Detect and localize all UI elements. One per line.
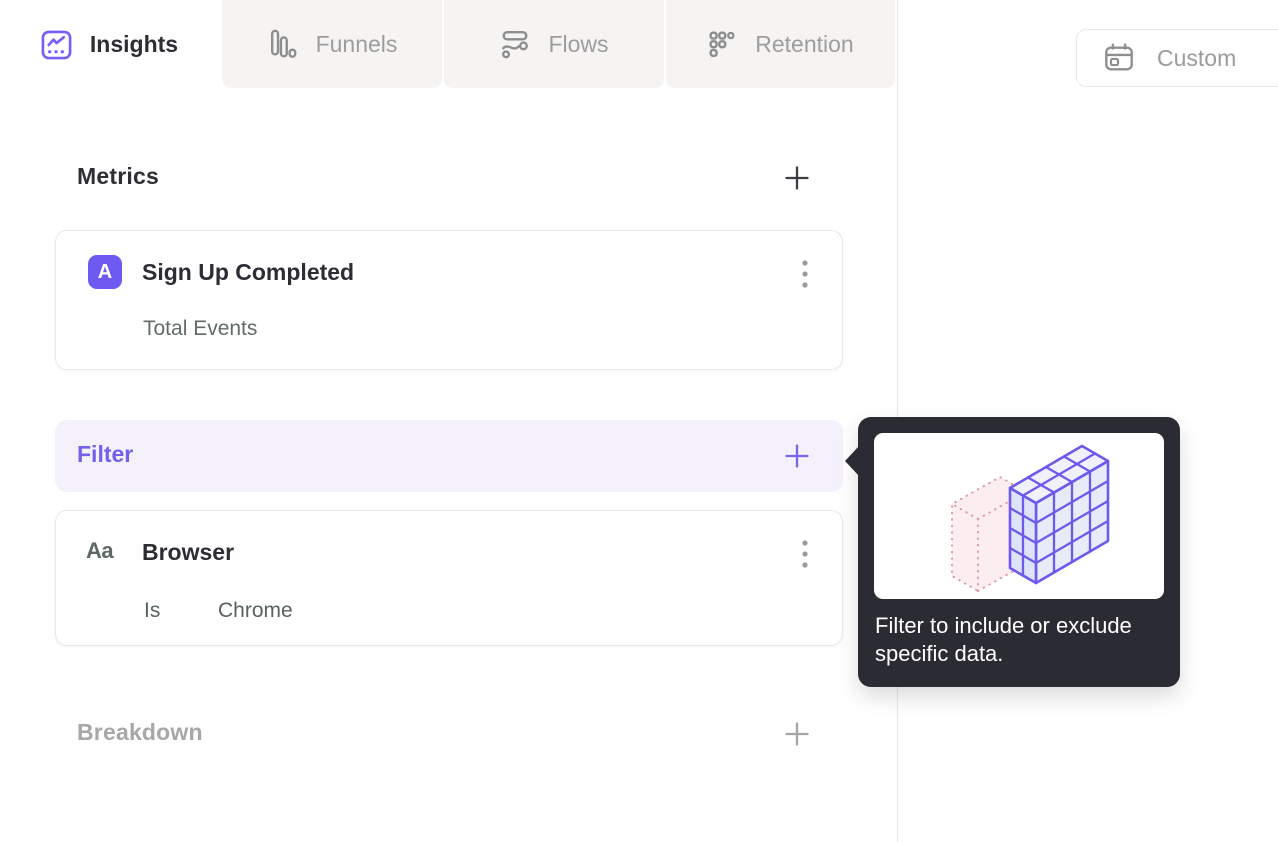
tooltip-arrow — [845, 446, 859, 476]
add-filter-button[interactable] — [783, 442, 811, 470]
cube-grid-icon — [951, 444, 1110, 592]
filter-menu-button[interactable] — [800, 537, 810, 573]
plus-icon — [785, 166, 809, 190]
tab-funnels-label: Funnels — [315, 30, 398, 57]
metric-measurement[interactable]: Total Events — [143, 317, 257, 341]
filter-section-row[interactable]: Filter — [55, 420, 843, 492]
filter-value[interactable]: Chrome — [218, 599, 293, 623]
tab-flows-label: Flows — [548, 30, 609, 57]
flows-icon — [502, 31, 529, 59]
calendar-icon — [1105, 43, 1133, 71]
metric-event-name[interactable]: Sign Up Completed — [142, 259, 354, 286]
series-badge: A — [88, 255, 122, 289]
tab-flows[interactable]: Flows — [444, 0, 664, 88]
filter-card[interactable]: Aa Browser Is Chrome — [55, 510, 843, 646]
date-range-label: Custom — [1157, 44, 1237, 71]
filter-property-name[interactable]: Browser — [142, 539, 234, 566]
filter-operator[interactable]: Is — [144, 599, 160, 623]
plus-icon — [785, 722, 809, 746]
metric-card[interactable]: A Sign Up Completed Total Events — [55, 230, 843, 370]
string-property-icon: Aa — [86, 538, 114, 563]
filter-cube-illustration — [874, 433, 1164, 599]
insights-query-builder: Insights Funnels Flows Retention Custom … — [0, 0, 1278, 842]
tab-retention[interactable]: Retention — [666, 0, 895, 88]
tab-insights[interactable]: Insights — [0, 0, 218, 88]
tab-funnels[interactable]: Funnels — [222, 0, 442, 88]
metrics-heading: Metrics — [77, 163, 159, 189]
add-breakdown-button[interactable] — [783, 720, 811, 748]
add-metric-button[interactable] — [783, 164, 811, 192]
line-chart-icon — [41, 30, 72, 59]
retention-dots-icon — [709, 30, 735, 57]
funnel-bars-icon — [270, 29, 296, 58]
kebab-menu-icon — [802, 540, 808, 568]
tab-insights-label: Insights — [89, 30, 179, 57]
report-type-tabs: Insights Funnels Flows Retention — [0, 0, 897, 88]
breakdown-heading: Breakdown — [77, 719, 203, 745]
tab-retention-label: Retention — [755, 30, 854, 57]
metric-menu-button[interactable] — [800, 257, 810, 293]
kebab-menu-icon — [802, 260, 808, 288]
filter-help-tooltip: Filter to include or exclude specific da… — [845, 417, 1180, 687]
plus-icon — [785, 444, 809, 468]
tooltip-text: Filter to include or exclude specific da… — [875, 613, 1132, 666]
filter-heading: Filter — [77, 441, 134, 467]
date-range-button[interactable]: Custom — [1076, 29, 1278, 87]
